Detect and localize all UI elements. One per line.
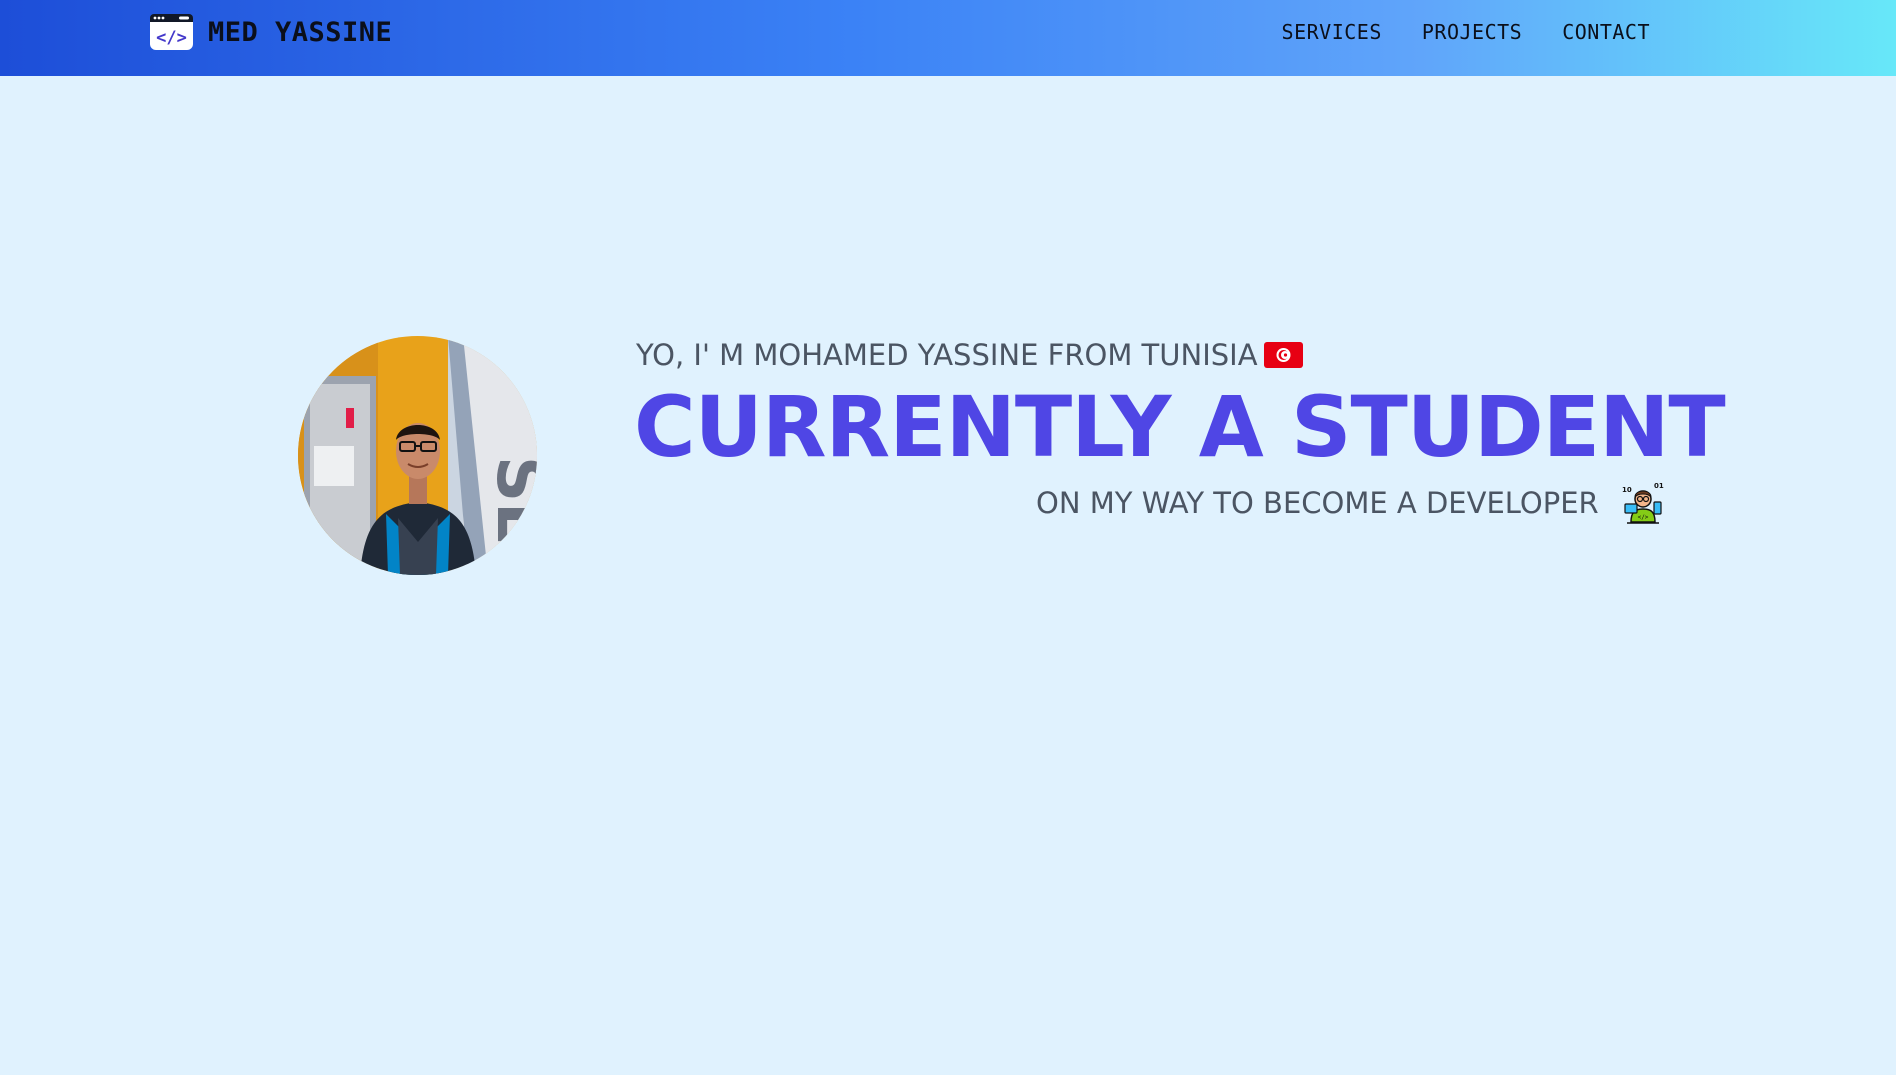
svg-text:SE: SE <box>482 456 537 546</box>
svg-text:10: 10 <box>1622 486 1632 494</box>
brand-name: MED YASSINE <box>208 16 393 48</box>
svg-text:</>: </> <box>156 28 187 48</box>
code-window-icon: </> <box>149 13 194 51</box>
intro-line: YO, I' M MOHAMED YASSINE FROM TUNISIA <box>636 338 1303 372</box>
subline: ON MY WAY TO BECOME A DEVELOPER 10 01 </… <box>1036 482 1665 524</box>
headline: CURRENTLY A STUDENT <box>634 378 1726 476</box>
subline-text: ON MY WAY TO BECOME A DEVELOPER <box>1036 486 1599 520</box>
navbar: </> MED YASSINE SERVICES PROJECTS CONTAC… <box>0 0 1896 76</box>
svg-text:</>: </> <box>1637 514 1648 521</box>
profile-photo: SE <box>298 336 537 575</box>
nav-link-services[interactable]: SERVICES <box>1282 18 1382 46</box>
nav-link-projects[interactable]: PROJECTS <box>1422 18 1522 46</box>
nav-link-contact[interactable]: CONTACT <box>1562 18 1650 46</box>
developer-icon: 10 01 </> <box>1621 482 1665 524</box>
tunisia-flag-icon <box>1263 342 1303 368</box>
nav-links: SERVICES PROJECTS CONTACT <box>1282 18 1650 46</box>
intro-text: YO, I' M MOHAMED YASSINE FROM TUNISIA <box>636 338 1258 372</box>
svg-text:01: 01 <box>1654 482 1664 490</box>
brand-link[interactable]: </> MED YASSINE <box>149 12 392 52</box>
